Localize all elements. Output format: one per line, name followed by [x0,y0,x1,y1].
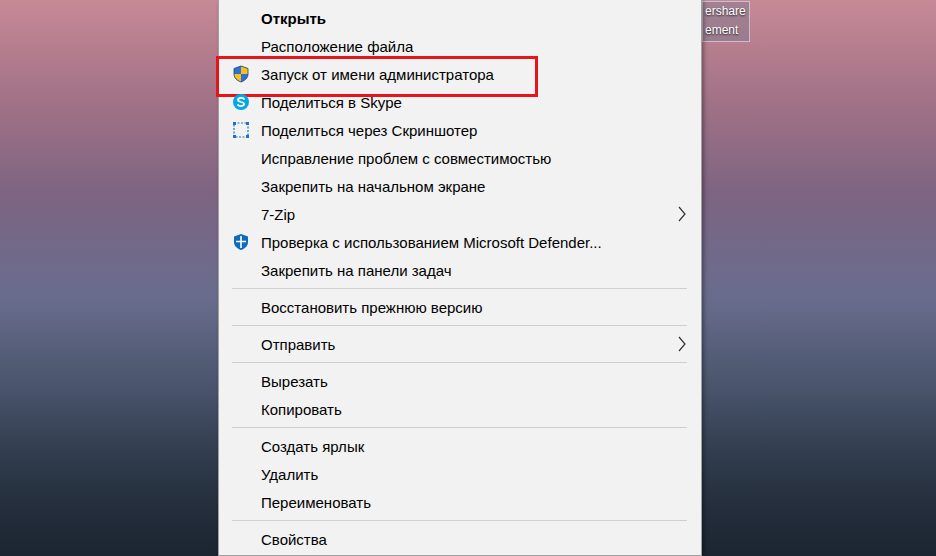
highlight-box [216,56,538,97]
menu-item[interactable]: Отправить [219,330,701,358]
label-line: ershare [705,2,746,21]
menu-separator [219,358,701,367]
menu-item-label: Поделиться в Skype [261,94,687,111]
menu-item[interactable]: Вырезать [219,367,701,395]
menu-item[interactable]: Переименовать [219,488,701,516]
menu-item-label: Закрепить на начальном экране [261,178,687,195]
menu-item[interactable]: Проверка с использованием Microsoft Defe… [219,228,701,256]
desktop: ershareement Открыть Расположение файла Зап… [0,0,936,556]
menu-item-label: Создать ярлык [261,438,687,455]
menu-item[interactable]: Расположение файла [219,32,701,60]
menu-item-label: Переименовать [261,494,687,511]
defender-shield-icon [232,233,250,251]
menu-item-label: Отправить [261,336,677,353]
menu-item-label: Восстановить прежнюю версию [261,299,687,316]
menu-item[interactable]: Поделиться в Skype [219,88,701,116]
desktop-icon-label[interactable]: ershareement [702,1,750,42]
menu-item[interactable]: Закрепить на панели задач [219,256,701,284]
menu-item[interactable]: Закрепить на начальном экране [219,172,701,200]
skype-icon [232,93,250,111]
menu-item-label: Удалить [261,466,687,483]
menu-item[interactable]: Открыть [219,4,701,32]
menu-item-label: Закрепить на панели задач [261,262,687,279]
submenu-arrow-icon [677,206,687,222]
menu-item-label: Расположение файла [261,38,687,55]
menu-item[interactable]: Исправление проблем с совместимостью [219,144,701,172]
menu-item[interactable]: Свойства [219,525,701,553]
context-menu: Открыть Расположение файла Запуск от имени… [218,0,702,556]
menu-item[interactable]: Удалить [219,460,701,488]
menu-separator [219,284,701,293]
menu-item-label: Свойства [261,531,687,548]
menu-separator [219,423,701,432]
menu-item[interactable]: Восстановить прежнюю версию [219,293,701,321]
menu-item-label: Копировать [261,401,687,418]
menu-item-label: Вырезать [261,373,687,390]
menu-item[interactable]: Создать ярлык [219,432,701,460]
menu-item-label: Исправление проблем с совместимостью [261,150,687,167]
menu-item[interactable]: Копировать [219,395,701,423]
menu-item-label: Поделиться через Скриншотер [261,122,687,139]
menu-separator [219,321,701,330]
menu-item[interactable]: 7-Zip [219,200,701,228]
menu-item[interactable]: Запуск от имени администратора [219,60,701,88]
menu-item-label: Открыть [261,10,687,27]
menu-separator [219,516,701,525]
label-line: ement [705,21,746,40]
menu-item-label: Проверка с использованием Microsoft Defe… [261,234,687,251]
uac-shield-icon [232,65,250,83]
menu-item-label: 7-Zip [261,206,677,223]
submenu-arrow-icon [677,336,687,352]
screenshot-icon [232,121,250,139]
menu-item-label: Запуск от имени администратора [261,66,687,83]
menu-item[interactable]: Поделиться через Скриншотер [219,116,701,144]
